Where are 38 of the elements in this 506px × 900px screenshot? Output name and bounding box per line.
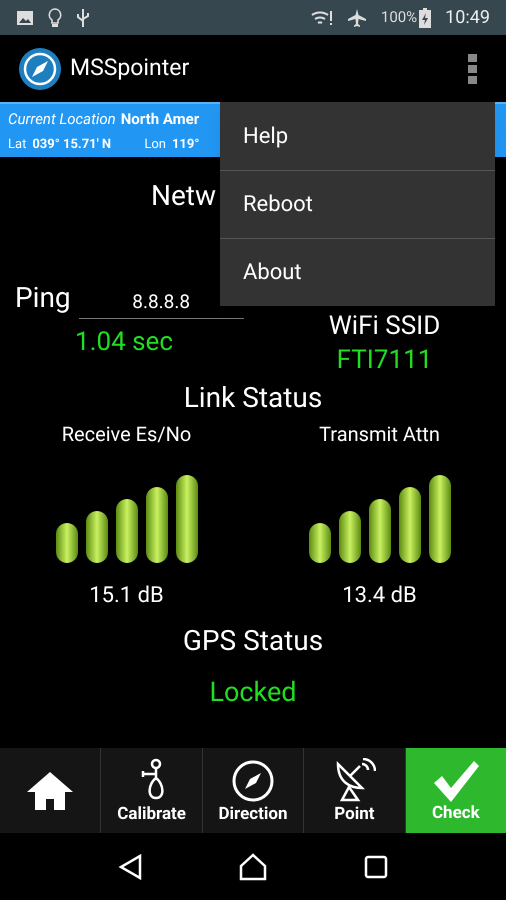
ping-label: Ping (15, 280, 71, 316)
recents-icon (364, 854, 388, 878)
lon-value: 119° (172, 136, 200, 154)
link-status-title: Link Status (182, 380, 324, 416)
wifi-label: WiFi SSID (328, 311, 440, 341)
image-icon (16, 10, 34, 26)
wifi-icon (310, 8, 333, 26)
usb-icon (76, 8, 90, 28)
airplane-icon (346, 8, 367, 28)
location-region: North Amer (120, 109, 200, 130)
clock: 10:49 (445, 6, 490, 30)
meter-reading: 13.4 dB (342, 582, 417, 610)
compass-icon (18, 46, 62, 90)
network-title: Netw (150, 178, 216, 214)
meter-reading: 15.1 dB (89, 582, 164, 610)
lon-label: Lon (144, 136, 166, 154)
overflow-menu-icon (468, 54, 478, 84)
app-title: MSSpointer (70, 53, 190, 84)
meter-label: Transmit Attn (319, 421, 440, 448)
gps-title: GPS Status (182, 623, 324, 659)
ping-result: 1.04 sec (75, 326, 173, 359)
ping-host-field[interactable]: 8.8.8.8 (78, 288, 244, 319)
menu-item[interactable]: About (220, 238, 495, 306)
lat-label: Lat (8, 136, 26, 154)
gps-status: Locked (208, 675, 298, 710)
compass-icon (230, 758, 276, 804)
wifi-ssid: FTI7111 (336, 345, 432, 375)
menu-item[interactable]: Reboot (220, 170, 495, 238)
menu-item[interactable]: Help (220, 102, 495, 170)
check-icon (432, 759, 480, 803)
lat-value: 039° 15.71' N (32, 136, 112, 154)
meter-label: Receive Es/No (62, 421, 192, 448)
battery-charging-icon (419, 8, 432, 28)
battery-percent: 100% (380, 7, 418, 28)
lightbulb-icon (48, 8, 62, 28)
back-icon (118, 854, 142, 880)
home-icon (238, 852, 267, 880)
location-label: Current Location (8, 109, 116, 130)
